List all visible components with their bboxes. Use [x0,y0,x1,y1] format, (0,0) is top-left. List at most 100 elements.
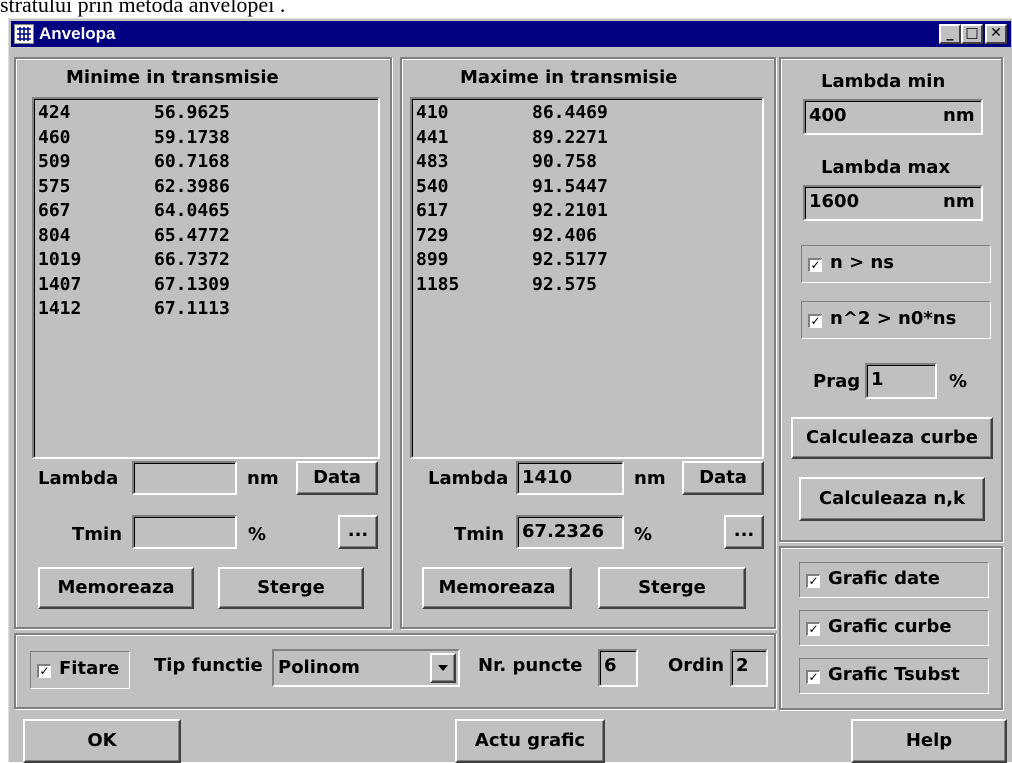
transmission-cell: 62.3986 [154,175,230,197]
transmission-cell: 67.1113 [154,298,230,319]
graph-curves-checkbox[interactable]: ✓ Grafic curbe [799,610,989,646]
minima-list[interactable]: 424 56.9625 460 59.1738 509 60.7168 575 62.3986… [32,97,380,459]
calculate-nk-button[interactable]: Calculeaza n,k [799,477,985,521]
minima-more-button[interactable]: ... [338,515,378,549]
wavelength-cell: 483 [416,151,449,172]
maximize-button[interactable]: □ [961,24,983,44]
fit-label: Fitare [59,658,120,679]
list-item[interactable]: 1407 67.1309 [38,273,378,298]
list-item[interactable]: 441 89.2271 [416,126,762,151]
wavelength-cell: 1407 [38,273,82,295]
minima-delete-button[interactable]: Sterge [218,567,364,609]
wavelength-cell: 804 [38,224,71,246]
close-icon: ✕ [990,25,1002,41]
transmission-cell: 89.2271 [532,126,608,148]
list-item[interactable]: 460 59.1738 [38,126,378,151]
check-icon: ✓ [808,258,822,272]
transmission-cell: 92.2101 [532,200,608,221]
check-icon: ✓ [808,314,822,328]
wavelength-cell: 460 [38,126,71,148]
n-gt-ns-checkbox[interactable]: ✓ n > ns [801,245,991,283]
n2-gt-n0ns-checkbox[interactable]: ✓ n^2 > n0*ns [801,301,991,339]
wavelength-cell: 575 [38,175,71,197]
minima-lambda-label: Lambda [38,468,119,489]
calculate-curves-button[interactable]: Calculeaza curbe [791,417,993,459]
maxima-tmin-unit: % [634,524,653,545]
transmission-cell: 56.9625 [154,102,230,123]
minima-save-button[interactable]: Memoreaza [38,567,194,609]
list-item[interactable]: 540 91.5447 [416,175,762,200]
list-item[interactable]: 483 90.758 [416,150,762,175]
list-item[interactable]: 410 86.4469 [416,101,762,126]
graph-tsubst-checkbox[interactable]: ✓ Grafic Tsubst [799,658,989,694]
transmission-cell: 86.4469 [532,102,608,123]
maxima-more-button[interactable]: ... [724,515,764,549]
minima-tmin-unit: % [248,524,267,545]
wavelength-cell: 899 [416,249,449,270]
maxima-title: Maxime in transmisie [460,67,678,88]
function-type-select[interactable]: Polinom [272,649,460,687]
maxima-tmin-label: Tmin [454,524,505,545]
minimize-icon: _ [946,25,954,41]
lambda-min-field[interactable]: 400 nm [803,99,983,135]
check-icon: ✓ [806,574,820,588]
list-item[interactable]: 899 92.5177 [416,248,762,273]
list-item[interactable]: 424 56.9625 [38,101,378,126]
maxima-data-button[interactable]: Data [682,461,764,495]
transmission-cell: 59.1738 [154,126,230,148]
dropdown-button[interactable] [430,653,456,683]
minima-lambda-input[interactable] [132,461,237,495]
function-type-value: Polinom [278,657,360,678]
list-item[interactable]: 1185 92.575 [416,273,762,298]
fit-checkbox[interactable]: ✓ Fitare [30,651,130,689]
wavelength-cell: 729 [416,224,449,246]
maxima-lambda-input[interactable]: 1410 [516,461,624,495]
list-item[interactable]: 729 92.406 [416,224,762,249]
lambda-max-field[interactable]: 1600 nm [803,185,983,221]
list-item[interactable]: 1019 66.7372 [38,248,378,273]
lambda-max-value: 1600 [809,191,860,212]
refresh-graph-button[interactable]: Actu grafic [455,719,605,763]
n-gt-ns-label: n > ns [830,252,894,273]
ok-button[interactable]: OK [23,719,181,763]
transmission-cell: 92.5177 [532,249,608,270]
graph-curves-label: Grafic curbe [828,616,952,637]
transmission-cell: 60.7168 [154,151,230,172]
list-item[interactable]: 804 65.4772 [38,224,378,249]
window-title: Anvelopa [39,24,116,43]
n2-gt-n0ns-label: n^2 > n0*ns [830,308,957,329]
chevron-down-icon [438,665,448,671]
maxima-list[interactable]: 410 86.4469 441 89.2271 483 90.758 540 91.5447 6… [410,97,764,459]
transmission-cell: 64.0465 [154,200,230,221]
settings-panel: Lambda min 400 nm Lambda max 1600 nm ✓ n… [779,57,1003,542]
list-item[interactable]: 667 64.0465 [38,199,378,224]
transmission-cell: 92.406 [532,224,598,246]
points-input[interactable]: 6 [598,649,638,687]
title-bar[interactable]: Anvelopa _ □ ✕ [11,21,1011,47]
graph-data-checkbox[interactable]: ✓ Grafic date [799,562,989,598]
minima-tmin-input[interactable] [132,515,237,549]
points-label: Nr. puncte [478,655,583,676]
maxima-delete-button[interactable]: Sterge [598,567,746,609]
close-button[interactable]: ✕ [985,24,1007,44]
check-icon: ✓ [806,670,820,684]
check-icon: ✓ [37,664,51,678]
wavelength-cell: 410 [416,102,449,123]
prag-input[interactable]: 1 [865,363,937,399]
transmission-cell: 66.7372 [154,249,230,270]
wavelength-cell: 617 [416,200,449,221]
order-input[interactable]: 2 [730,649,768,687]
minima-data-button[interactable]: Data [296,461,378,495]
minimize-button[interactable]: _ [939,24,961,44]
graph-options-panel: ✓ Grafic date ✓ Grafic curbe ✓ Grafic Ts… [779,546,1003,710]
list-item[interactable]: 1412 67.1113 [38,297,378,322]
app-icon [14,24,34,44]
help-button[interactable]: Help [851,719,1007,763]
minima-title: Minime in transmisie [66,67,279,88]
list-item[interactable]: 617 92.2101 [416,199,762,224]
list-item[interactable]: 575 62.3986 [38,175,378,200]
maxima-tmin-input[interactable]: 67.2326 [516,515,624,549]
list-item[interactable]: 509 60.7168 [38,150,378,175]
wavelength-cell: 667 [38,200,71,221]
maxima-save-button[interactable]: Memoreaza [422,567,572,609]
